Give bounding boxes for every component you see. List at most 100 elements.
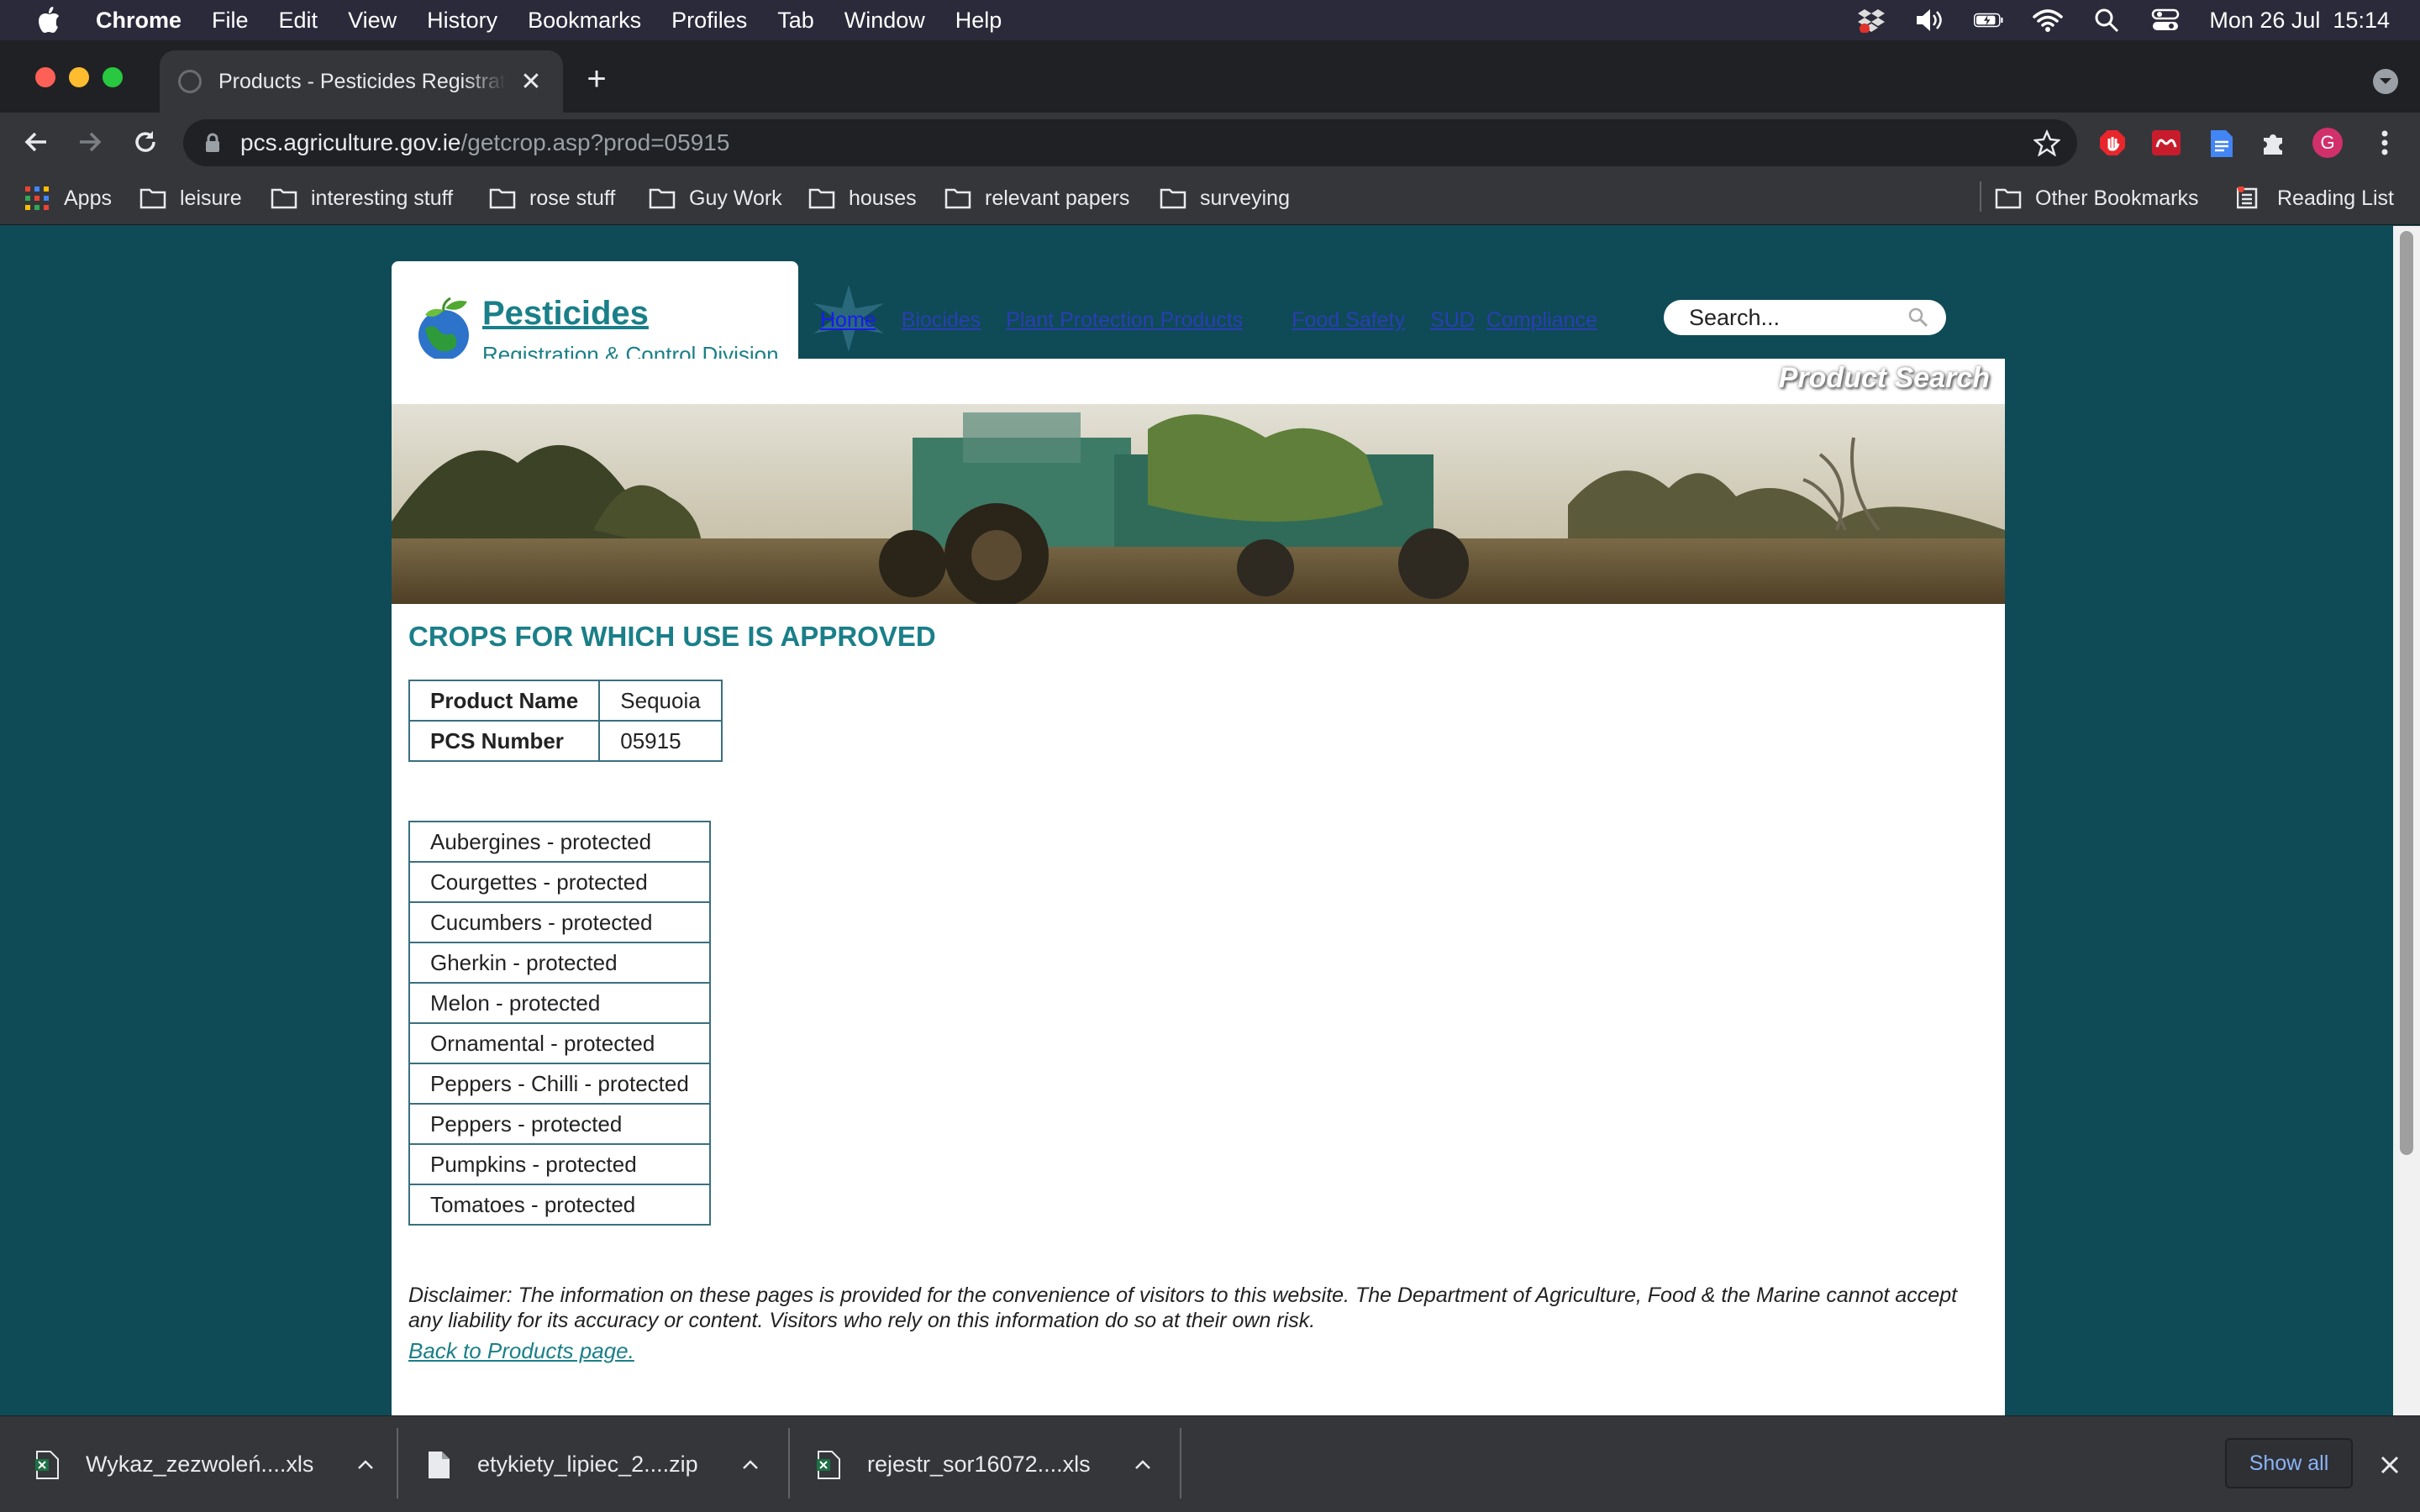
chevron-up-icon[interactable] — [740, 1455, 760, 1475]
spotlight-search-icon[interactable] — [2091, 5, 2122, 35]
google-docs-extension-icon[interactable] — [2207, 128, 2237, 158]
reading-list-button[interactable]: Reading List — [2237, 171, 2394, 225]
arrow-left-icon — [24, 132, 46, 152]
crop-cell: Courgettes - protected — [408, 861, 711, 903]
menu-history[interactable]: History — [427, 8, 497, 34]
volume-icon[interactable] — [1915, 5, 1945, 35]
chrome-menu-icon[interactable] — [2370, 128, 2400, 158]
window-close-button[interactable] — [35, 67, 55, 87]
apple-icon[interactable] — [32, 3, 66, 37]
downloads-separator — [788, 1428, 790, 1499]
tab-close-icon[interactable]: ✕ — [518, 67, 544, 97]
wifi-icon[interactable] — [2033, 5, 2064, 35]
nav-food-safety[interactable]: Food Safety — [1292, 308, 1405, 333]
back-to-products-link[interactable]: Back to Products page. — [408, 1338, 634, 1364]
crop-cell: Aubergines - protected — [408, 821, 711, 863]
site-search-placeholder: Search... — [1689, 304, 1781, 330]
crop-cell: Peppers - protected — [408, 1103, 711, 1145]
folder-icon — [808, 188, 835, 209]
menu-window[interactable]: Window — [844, 8, 925, 34]
table-row: Tomatoes - protected — [408, 1184, 711, 1226]
table-row: Gherkin - protected — [408, 942, 711, 984]
extensions-puzzle-icon[interactable] — [2259, 128, 2289, 158]
nav-biocides[interactable]: Biocides — [902, 308, 981, 333]
chevron-down-icon — [2380, 78, 2391, 84]
bookmark-folder-houses[interactable]: houses — [808, 171, 917, 225]
lock-icon[interactable] — [202, 132, 224, 154]
dropbox-icon[interactable] — [1856, 5, 1886, 35]
downloads-shelf: Wykaz_zezwoleń....xls etykiety_lipiec_2.… — [0, 1415, 2420, 1512]
site-logo-title[interactable]: Pesticides — [482, 295, 649, 333]
menu-help[interactable]: Help — [955, 8, 1002, 34]
bookmark-star-icon[interactable] — [2033, 129, 2061, 157]
tab-title: Products - Pesticides Registration — [218, 69, 506, 93]
nav-compliance[interactable]: Compliance — [1486, 308, 1597, 333]
section-title-bar: Product Search — [392, 359, 2005, 404]
control-center-icon[interactable] — [2150, 5, 2181, 35]
nav-sud[interactable]: SUD — [1430, 308, 1475, 333]
download-item-3[interactable]: rejestr_sor16072....xls — [817, 1416, 1153, 1512]
url-text[interactable]: pcs.agriculture.gov.ie/getcrop.asp?prod=… — [240, 129, 729, 156]
folder-icon — [1995, 188, 2022, 209]
new-tab-button[interactable]: + — [578, 60, 615, 97]
folder-icon — [139, 188, 166, 209]
page-heading: CROPS FOR WHICH USE IS APPROVED — [408, 621, 936, 652]
bookmark-folder-interesting-stuff[interactable]: interesting stuff — [271, 171, 453, 225]
close-downloads-icon[interactable] — [2375, 1450, 2405, 1480]
menu-profiles[interactable]: Profiles — [671, 8, 747, 34]
menu-tab[interactable]: Tab — [777, 8, 814, 34]
menu-edit[interactable]: Edit — [279, 8, 318, 34]
search-icon[interactable] — [1907, 307, 1929, 328]
table-row: Aubergines - protected — [408, 821, 711, 863]
product-name-value: Sequoia — [598, 680, 723, 722]
page-scrollbar[interactable] — [2393, 226, 2420, 1415]
nav-plant-protection-products[interactable]: Plant Protection Products — [1006, 308, 1243, 333]
tab-search-button[interactable] — [2373, 69, 2398, 94]
chevron-up-icon[interactable] — [355, 1455, 376, 1475]
bookmark-folder-label: houses — [849, 186, 917, 210]
back-button[interactable] — [18, 124, 54, 160]
battery-icon[interactable] — [1974, 5, 2004, 35]
menu-file[interactable]: File — [212, 8, 249, 34]
adblock-extension-icon[interactable] — [2097, 128, 2128, 158]
table-row: PCS Number 05915 — [408, 720, 723, 762]
window-minimize-button[interactable] — [69, 67, 89, 87]
bookmark-folder-label: interesting stuff — [311, 186, 454, 210]
scrollbar-thumb[interactable] — [2400, 231, 2413, 1155]
nav-home[interactable]: Home — [820, 308, 876, 333]
crop-cell: Gherkin - protected — [408, 942, 711, 984]
disclaimer-text: Disclaimer: The information on these pag… — [408, 1284, 1958, 1332]
table-row: Courgettes - protected — [408, 861, 711, 903]
window-maximize-button[interactable] — [103, 67, 123, 87]
reading-list-icon — [2237, 186, 2258, 209]
bookmark-folder-label: rose stuff — [529, 186, 616, 210]
forward-button[interactable] — [72, 124, 108, 160]
table-row: Product Name Sequoia — [408, 680, 723, 722]
address-bar[interactable]: pcs.agriculture.gov.ie/getcrop.asp?prod=… — [183, 119, 2077, 166]
bookmark-folder-rose-stuff[interactable]: rose stuff — [489, 171, 615, 225]
bookmark-apps[interactable]: Apps — [25, 171, 112, 225]
site-search-input[interactable]: Search... — [1664, 300, 1946, 335]
menubar-clock[interactable]: Mon 26 Jul 15:14 — [2209, 8, 2390, 34]
reload-button[interactable] — [128, 124, 163, 160]
chevron-up-icon[interactable] — [1133, 1455, 1153, 1475]
profile-avatar[interactable]: G — [2312, 128, 2343, 158]
other-bookmarks-label: Other Bookmarks — [2035, 186, 2199, 210]
crop-cell: Melon - protected — [408, 982, 711, 1024]
show-all-downloads-button[interactable]: Show all — [2225, 1438, 2353, 1488]
bookmark-other-bookmarks[interactable]: Other Bookmarks — [1995, 171, 2199, 225]
menu-bookmarks[interactable]: Bookmarks — [528, 8, 641, 34]
bookmark-folder-relevant-papers[interactable]: relevant papers — [944, 171, 1129, 225]
menu-app-chrome[interactable]: Chrome — [96, 8, 182, 34]
bookmark-folder-leisure[interactable]: leisure — [139, 171, 242, 225]
mendeley-extension-icon[interactable] — [2151, 128, 2181, 158]
table-row: Peppers - protected — [408, 1103, 711, 1145]
download-item-2[interactable]: etykiety_lipiec_2....zip — [427, 1416, 760, 1512]
bookmark-folder-guy-work[interactable]: Guy Work — [649, 171, 782, 225]
download-item-1[interactable]: Wykaz_zezwoleń....xls — [35, 1416, 376, 1512]
browser-tab-active[interactable]: Products - Pesticides Registration ✕ — [160, 50, 563, 113]
bookmark-folder-label: relevant papers — [985, 186, 1130, 210]
menu-view[interactable]: View — [348, 8, 397, 34]
page-content: Product Search CROPS FOR WHICH USE IS AP… — [392, 359, 2005, 1415]
bookmark-folder-surveying[interactable]: surveying — [1160, 171, 1290, 225]
